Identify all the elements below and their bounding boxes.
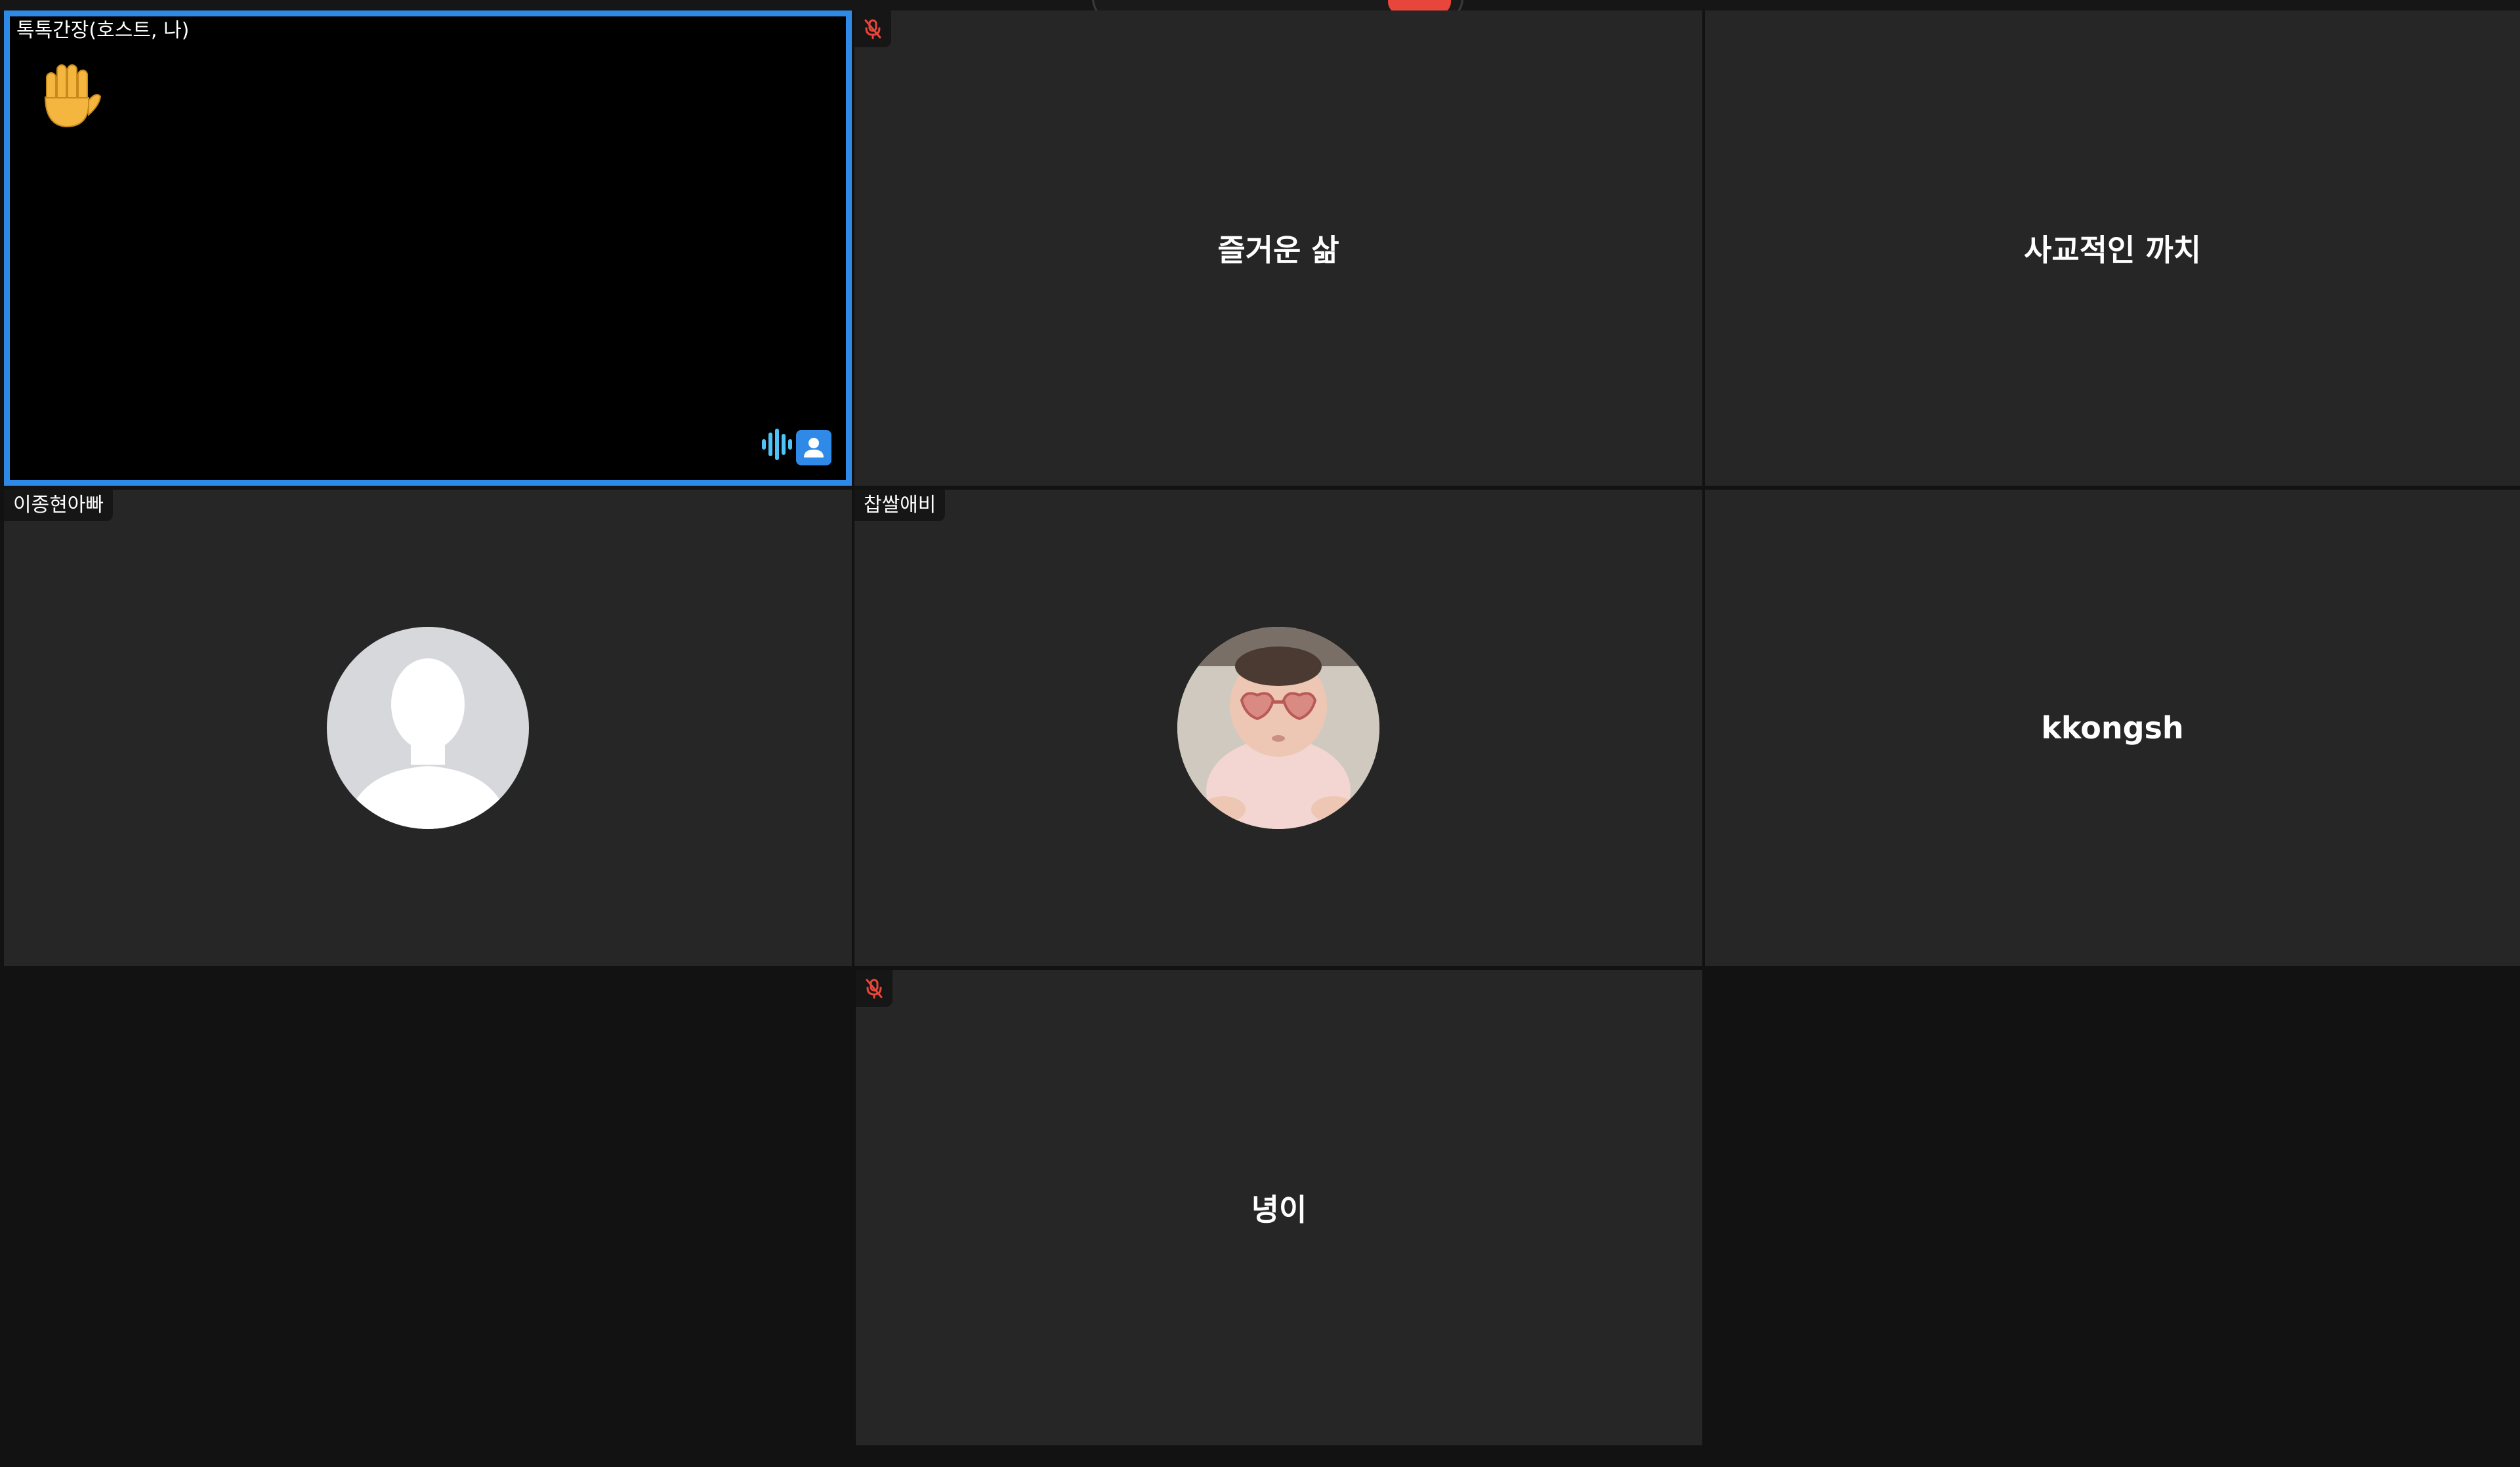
raised-hand-icon (32, 60, 104, 132)
participant-name: 사교적인 까치 (2024, 232, 2201, 268)
participant-name: 즐거운 삶 (1217, 232, 1339, 268)
muted-mic-icon (854, 11, 891, 47)
participant-name: 이종현아빠 (4, 490, 113, 521)
baby-photo-avatar (1177, 627, 1379, 829)
default-avatar-icon (327, 627, 529, 829)
video-tile[interactable]: 찹쌀애비 (854, 490, 1702, 966)
profile-video-icon (796, 430, 831, 465)
video-tile[interactable]: 사교적인 까치 (1705, 11, 2520, 486)
video-tile[interactable]: 즐거운 삶 (854, 11, 1702, 486)
participant-name: 톡톡간장(호스트, 나) (16, 19, 190, 42)
participant-name: 찹쌀애비 (854, 490, 946, 521)
video-tile[interactable]: 이종현아빠 (4, 490, 852, 966)
meeting-gallery-view: 톡톡간장(호스트, 나) 즐거운 삶 사교적인 까치 이종현아빠 찹쌀애비 kk… (0, 0, 2520, 1467)
participant-name: kkongsh (2041, 710, 2184, 746)
video-tile[interactable]: 녕이 (856, 970, 1702, 1445)
video-tile[interactable]: kkongsh (1705, 490, 2520, 966)
participant-name: 녕이 (1251, 1192, 1307, 1227)
video-tile-self[interactable]: 톡톡간장(호스트, 나) (4, 11, 852, 486)
audio-level-icon (761, 427, 792, 464)
muted-mic-icon (856, 970, 892, 1007)
